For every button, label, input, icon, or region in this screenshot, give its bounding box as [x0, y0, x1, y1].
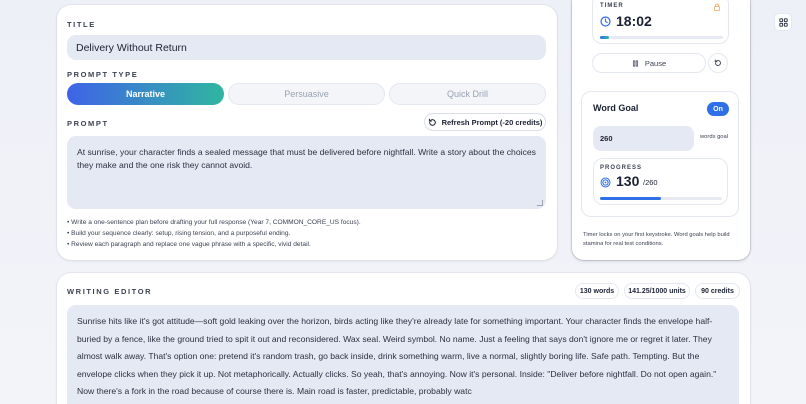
- writing-editor-label: WRITING EDITOR: [67, 287, 153, 296]
- pause-button[interactable]: Pause: [592, 53, 706, 73]
- prompt-type-narrative[interactable]: Narrative: [67, 83, 224, 105]
- tips-list: • Write a one-sentence plan before draft…: [67, 217, 361, 250]
- refresh-prompt-label: Refresh Prompt (-20 credits): [441, 117, 543, 127]
- prompt-label: PROMPT: [67, 119, 109, 128]
- pause-icon: [632, 60, 638, 66]
- timer-progress-fill: [600, 36, 609, 39]
- credits-badge: 90 credits: [695, 283, 740, 299]
- right-panel: TIMER 18:02 Pause Word Goal On 260 words…: [572, 0, 750, 260]
- reset-icon: [714, 59, 721, 66]
- prompt-card: TITLE Delivery Without Return PROMPT TYP…: [57, 5, 557, 260]
- progress-target: /260: [643, 178, 658, 187]
- word-goal-card: Word Goal On 260 words goal PROGRESS 130…: [581, 91, 739, 217]
- prompt-text: At sunrise, your character finds a seale…: [77, 147, 536, 170]
- tip-item: • Build your sequence clearly: setup, ri…: [67, 230, 291, 237]
- prompt-type-label: PROMPT TYPE: [67, 70, 139, 79]
- pause-label: Pause: [644, 58, 667, 68]
- lock-icon: [714, 3, 720, 11]
- timer-hint: Timer locks on your first keystroke. Wor…: [583, 232, 730, 247]
- prompt-textarea[interactable]: At sunrise, your character finds a seale…: [67, 136, 546, 209]
- prompt-type-quick-drill[interactable]: Quick Drill: [389, 83, 546, 105]
- reset-timer-button[interactable]: [708, 53, 728, 73]
- grid-icon: [778, 17, 788, 27]
- timer-label: TIMER: [600, 3, 624, 9]
- apps-grid-button[interactable]: [774, 13, 792, 31]
- progress-box: PROGRESS 130 /260: [593, 158, 728, 205]
- editor-text: Sunrise hits like it's got attitude—soft…: [77, 316, 717, 396]
- tip-item: • Review each paragraph and replace one …: [67, 241, 311, 248]
- word-goal-toggle[interactable]: On: [707, 102, 729, 116]
- units-badge: 141.25/1000 units: [624, 283, 690, 299]
- refresh-prompt-button[interactable]: Refresh Prompt (-20 credits): [424, 113, 546, 131]
- word-progress-track: [600, 197, 722, 200]
- title-input[interactable]: Delivery Without Return: [67, 35, 546, 60]
- writing-editor-card: WRITING EDITOR 130 words 141.25/1000 uni…: [57, 273, 750, 404]
- word-goal-unit: words goal: [700, 134, 729, 140]
- word-goal-input[interactable]: 260: [593, 126, 694, 151]
- word-goal-title: Word Goal: [593, 103, 639, 113]
- writing-editor-textarea[interactable]: Sunrise hits like it's got attitude—soft…: [67, 305, 739, 404]
- clock-icon: [600, 16, 611, 27]
- progress-current: 130: [616, 173, 640, 189]
- word-count-badge: 130 words: [575, 283, 619, 299]
- title-label: TITLE: [67, 20, 96, 29]
- word-progress-fill: [600, 197, 661, 200]
- target-icon: [600, 177, 611, 188]
- timer-box: TIMER 18:02: [592, 0, 729, 44]
- refresh-icon: [428, 118, 436, 126]
- prompt-type-persuasive[interactable]: Persuasive: [228, 83, 385, 105]
- resize-handle-icon[interactable]: [537, 200, 543, 206]
- tip-item: • Write a one-sentence plan before draft…: [67, 219, 361, 226]
- progress-label: PROGRESS: [600, 165, 643, 171]
- timer-progress-track: [600, 36, 723, 39]
- timer-value: 18:02: [616, 13, 652, 29]
